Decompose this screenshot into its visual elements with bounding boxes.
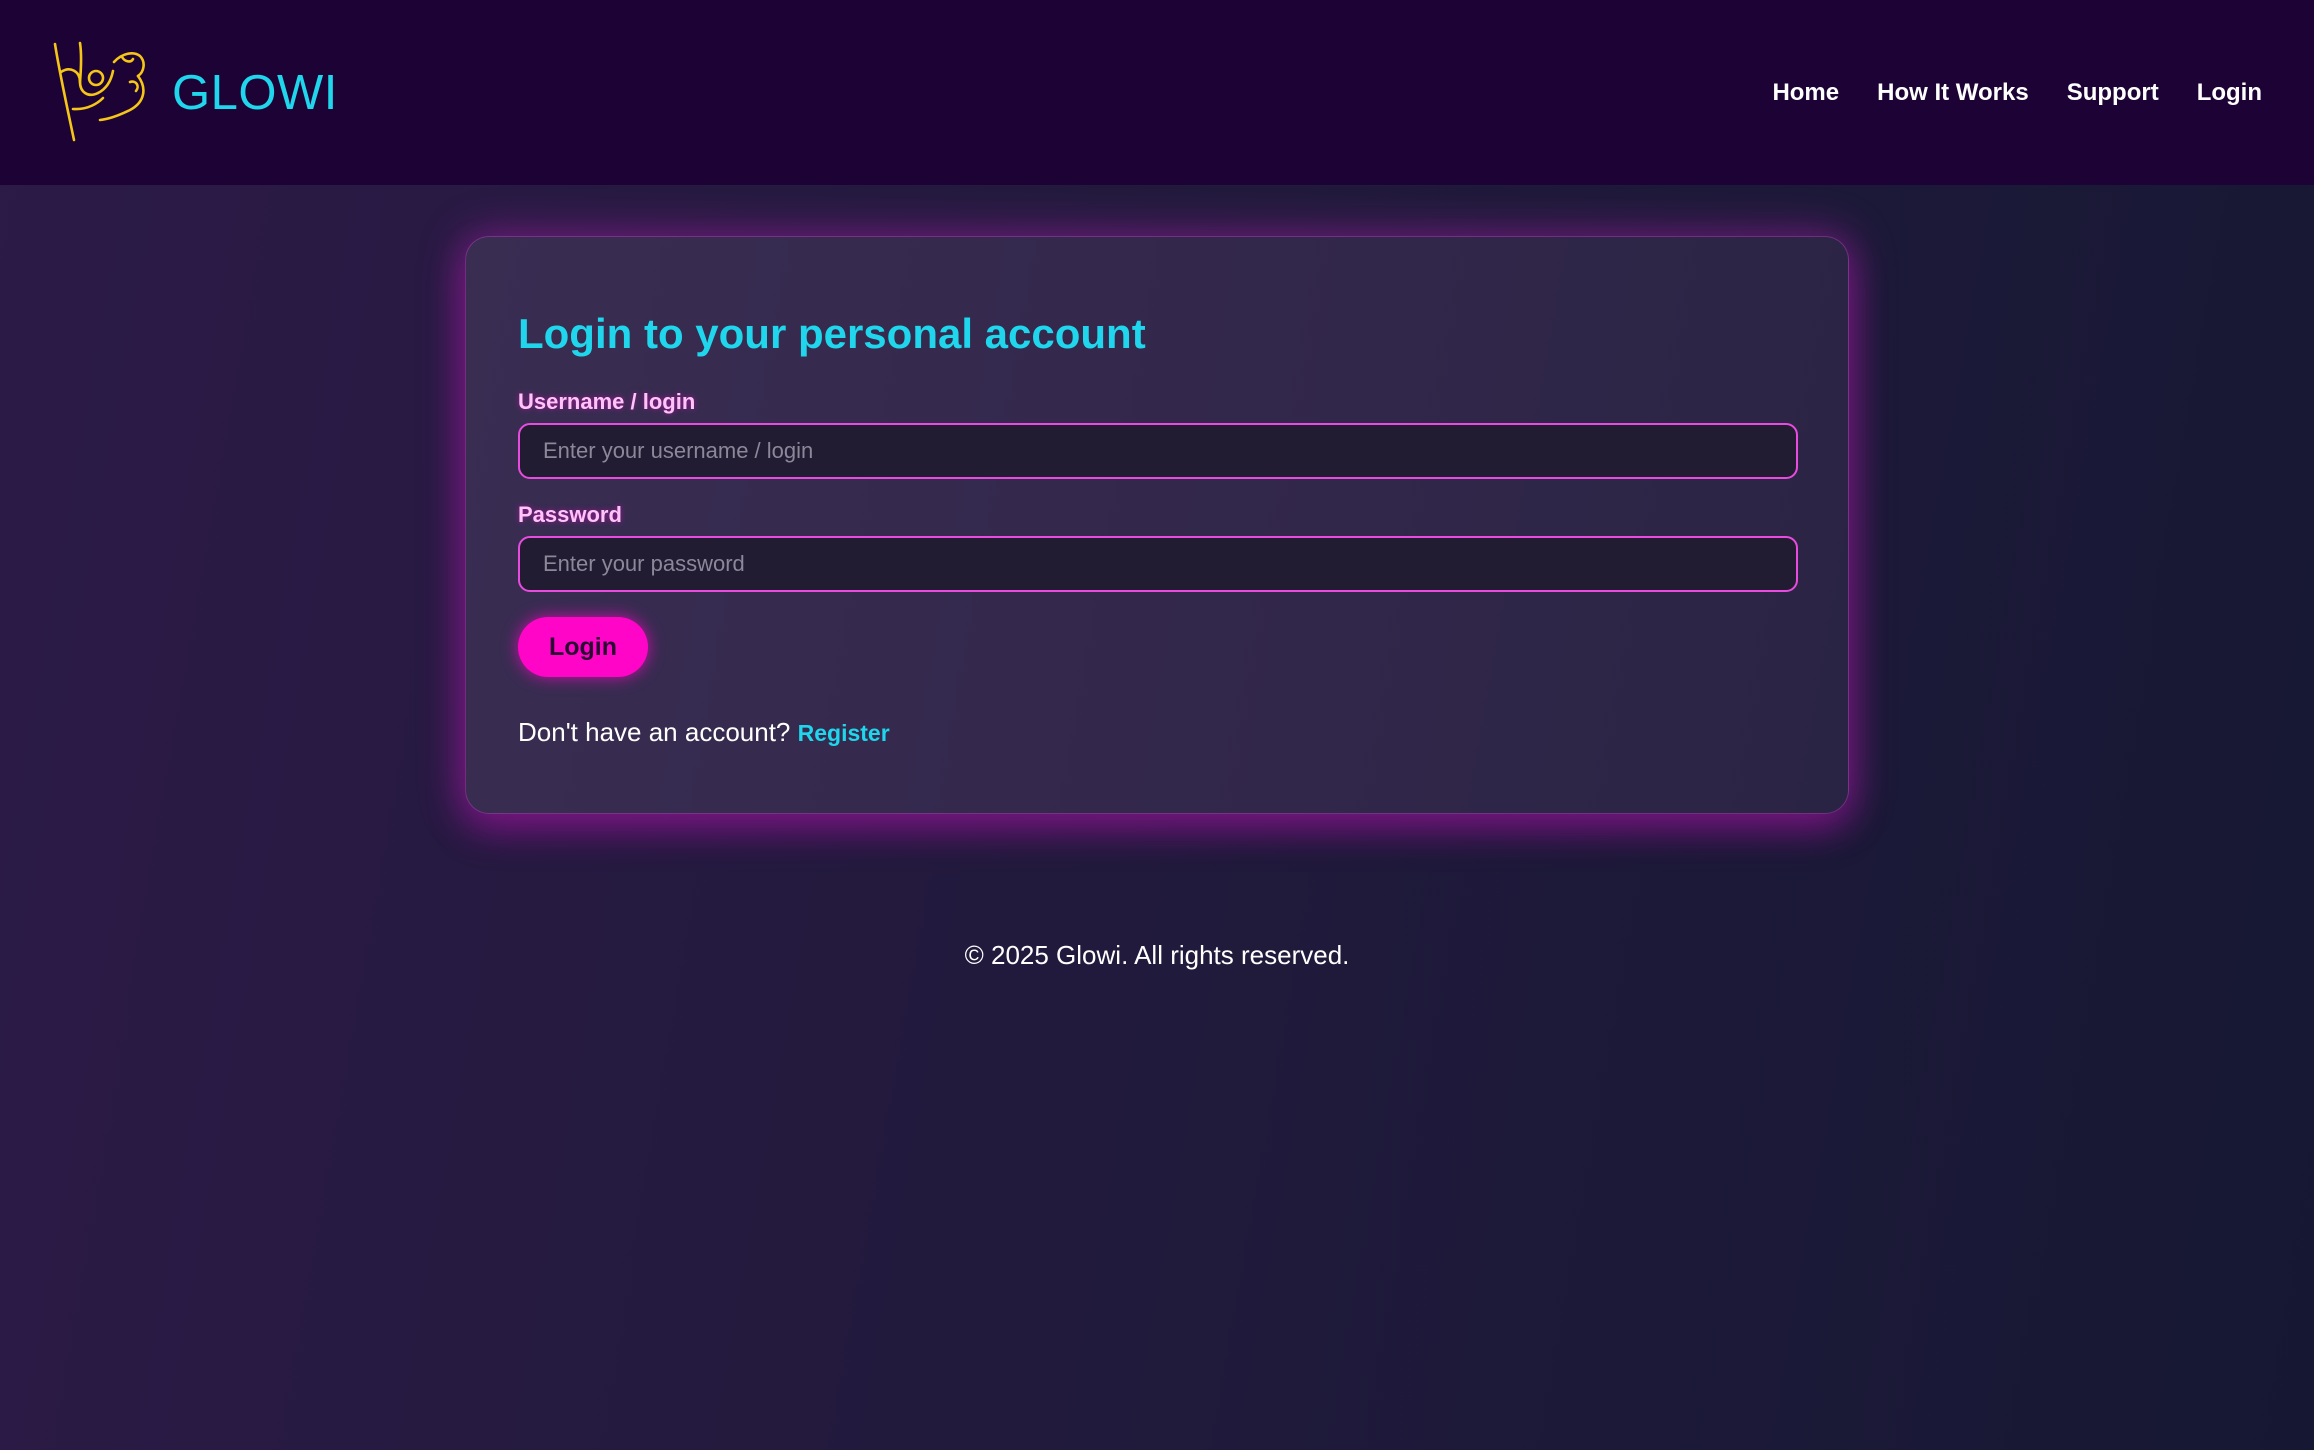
password-input[interactable]: [518, 536, 1798, 592]
copyright-text: © 2025 Glowi. All rights reserved.: [964, 940, 1350, 970]
nav-link-support[interactable]: Support: [2067, 79, 2159, 107]
register-link[interactable]: Register: [798, 720, 890, 746]
site-header: GLOWI Home How It Works Support Login: [0, 0, 2314, 185]
no-account-text: Don't have an account?: [518, 717, 791, 747]
password-label: Password: [518, 502, 622, 527]
nav-link-home[interactable]: Home: [1772, 79, 1839, 107]
register-prompt: Don't have an account? Register: [518, 717, 890, 748]
nav-link-how-it-works[interactable]: How It Works: [1877, 79, 2029, 107]
username-label: Username / login: [518, 389, 696, 414]
brand[interactable]: GLOWI: [52, 40, 338, 146]
brand-name: GLOWI: [172, 65, 338, 120]
main-nav: Home How It Works Support Login: [1772, 79, 2262, 107]
login-button[interactable]: Login: [518, 617, 648, 677]
username-input[interactable]: [518, 423, 1798, 479]
nav-link-login[interactable]: Login: [2197, 79, 2262, 107]
site-footer: © 2025 Glowi. All rights reserved.: [0, 940, 2314, 971]
login-card: Login to your personal account Username …: [465, 236, 1849, 814]
dancer-sketch-icon: [53, 41, 145, 141]
login-title: Login to your personal account: [518, 310, 1146, 357]
